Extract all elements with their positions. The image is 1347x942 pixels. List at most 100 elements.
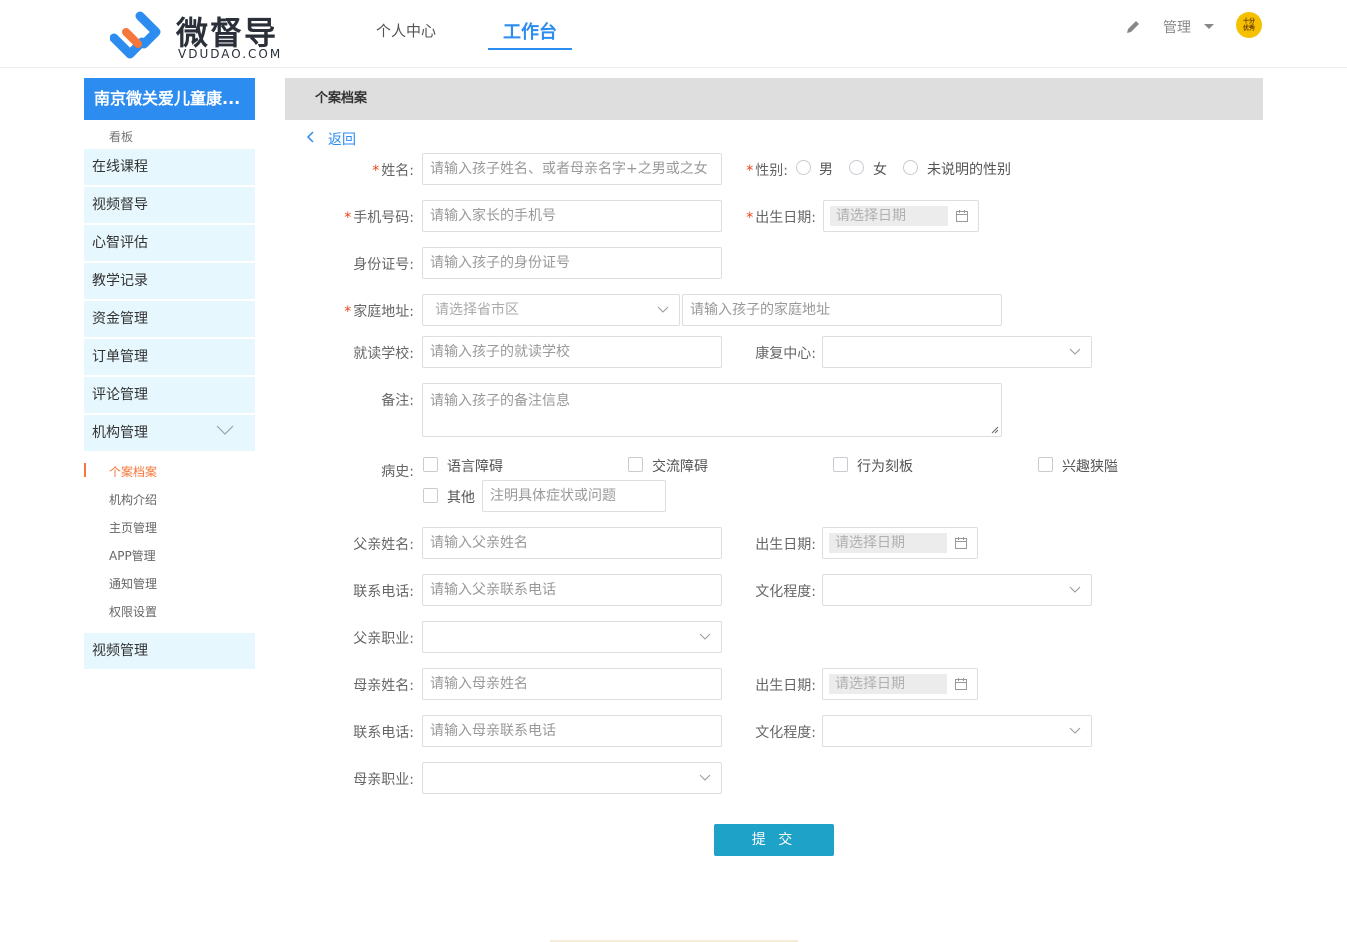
top-header: 微督导 VDUDAO.COM 个人中心 工作台 管理 十分 优秀 bbox=[0, 0, 1347, 68]
calendar-icon bbox=[956, 210, 968, 222]
panel-title: 个案档案 bbox=[285, 78, 1263, 120]
school-input[interactable]: 请输入孩子的就读学校 bbox=[422, 336, 722, 368]
mother-name-label: 母亲姓名: bbox=[353, 678, 414, 694]
submit-button[interactable]: 提 交 bbox=[714, 824, 834, 856]
history-option-language: 语言障碍 bbox=[447, 459, 503, 475]
rehab-center-select[interactable] bbox=[822, 336, 1092, 368]
history-checkbox-interest[interactable] bbox=[1038, 457, 1053, 472]
avatar-text-top: 十分 bbox=[1242, 18, 1255, 25]
region-select[interactable]: 请选择省市区 bbox=[422, 294, 680, 326]
mother-name-input[interactable]: 请输入母亲姓名 bbox=[422, 668, 722, 700]
logo-subtitle: VDUDAO.COM bbox=[178, 47, 283, 61]
id-number-input[interactable]: 请输入孩子的身份证号 bbox=[422, 247, 722, 279]
school-label: 就读学校: bbox=[353, 346, 414, 362]
sidebar-sub-permission[interactable]: 权限设置 bbox=[109, 603, 157, 620]
date-placeholder: 请选择日期 bbox=[829, 674, 947, 694]
child-birth-date-picker[interactable]: 请选择日期 bbox=[823, 200, 979, 232]
parent-phone-input[interactable]: 请输入家长的手机号 bbox=[422, 200, 722, 232]
logo-icon bbox=[110, 11, 161, 59]
manage-menu[interactable]: 管理 bbox=[1163, 17, 1191, 37]
sidebar-item-comment-management[interactable]: 评论管理 bbox=[84, 377, 255, 413]
name-label: * 姓名: bbox=[372, 163, 414, 179]
sidebar-sub-org-intro[interactable]: 机构介绍 bbox=[109, 491, 157, 508]
birth-label: * 出生日期: bbox=[746, 210, 816, 226]
calendar-icon bbox=[955, 678, 967, 690]
history-checkbox-other[interactable] bbox=[423, 488, 438, 503]
nav-tab-workbench[interactable]: 工作台 bbox=[488, 18, 572, 50]
father-job-label: 父亲职业: bbox=[353, 631, 414, 647]
other-symptom-input[interactable]: 注明具体症状或问题 bbox=[482, 480, 666, 512]
mother-phone-input[interactable]: 请输入母亲联系电话 bbox=[422, 715, 722, 747]
sidebar-item-video-management[interactable]: 视频管理 bbox=[84, 633, 255, 669]
address-label: * 家庭地址: bbox=[344, 304, 414, 320]
mother-edu-label: 文化程度: bbox=[755, 725, 816, 741]
chevron-down-icon bbox=[1069, 586, 1081, 593]
calendar-icon bbox=[955, 537, 967, 549]
history-option-interest: 兴趣狭隘 bbox=[1062, 459, 1118, 475]
gender-option-unspecified: 未说明的性别 bbox=[927, 162, 1011, 178]
phone-label: * 手机号码: bbox=[344, 210, 414, 226]
father-edu-label: 文化程度: bbox=[755, 584, 816, 600]
sidebar-sub-app[interactable]: APP管理 bbox=[109, 547, 156, 564]
remark-label: 备注: bbox=[381, 393, 414, 409]
chevron-down-icon[interactable] bbox=[216, 424, 234, 436]
father-phone-input[interactable]: 请输入父亲联系电话 bbox=[422, 574, 722, 606]
history-label: 病史: bbox=[381, 464, 414, 480]
resize-handle-icon[interactable] bbox=[991, 426, 999, 434]
region-placeholder: 请选择省市区 bbox=[435, 302, 519, 318]
logo[interactable]: 微督导 VDUDAO.COM bbox=[110, 8, 290, 64]
child-name-input[interactable]: 请输入孩子姓名、或者母亲名字+之男或之女 bbox=[422, 153, 722, 185]
sidebar-sub-homepage[interactable]: 主页管理 bbox=[109, 519, 157, 536]
avatar-text-bottom: 优秀 bbox=[1242, 25, 1255, 32]
chevron-down-icon bbox=[657, 306, 669, 313]
sidebar-item-order-management[interactable]: 订单管理 bbox=[84, 339, 255, 375]
id-label: 身份证号: bbox=[353, 257, 414, 273]
father-occupation-select[interactable] bbox=[422, 621, 722, 653]
gender-radio-male[interactable] bbox=[796, 160, 811, 175]
history-option-behavior: 行为刻板 bbox=[857, 459, 913, 475]
father-phone-label: 联系电话: bbox=[353, 584, 414, 600]
active-indicator bbox=[84, 463, 86, 477]
gender-option-male: 男 bbox=[819, 162, 833, 178]
history-checkbox-behavior[interactable] bbox=[833, 457, 848, 472]
pencil-icon[interactable] bbox=[1124, 18, 1142, 36]
father-name-input[interactable]: 请输入父亲姓名 bbox=[422, 527, 722, 559]
date-placeholder: 请选择日期 bbox=[830, 206, 948, 226]
sidebar-item-online-course[interactable]: 在线课程 bbox=[84, 149, 255, 185]
history-option-other: 其他 bbox=[447, 490, 475, 506]
caret-down-icon[interactable] bbox=[1204, 24, 1214, 29]
sidebar-item-teaching-record[interactable]: 教学记录 bbox=[84, 263, 255, 299]
back-label: 返回 bbox=[328, 132, 356, 148]
father-birth-date-picker[interactable]: 请选择日期 bbox=[822, 527, 978, 559]
chevron-down-icon bbox=[1069, 727, 1081, 734]
avatar[interactable]: 十分 优秀 bbox=[1236, 12, 1262, 38]
gender-option-female: 女 bbox=[873, 162, 887, 178]
gender-radio-female[interactable] bbox=[849, 160, 864, 175]
mother-birth-date-picker[interactable]: 请选择日期 bbox=[822, 668, 978, 700]
remark-textarea[interactable]: 请输入孩子的备注信息 bbox=[422, 383, 1002, 437]
sidebar-item-fund-management[interactable]: 资金管理 bbox=[84, 301, 255, 337]
home-address-input[interactable]: 请输入孩子的家庭地址 bbox=[682, 294, 1002, 326]
nav-tab-personal-center[interactable]: 个人中心 bbox=[376, 20, 436, 41]
father-birth-label: 出生日期: bbox=[755, 537, 816, 553]
org-title[interactable]: 南京微关爱儿童康... bbox=[84, 78, 255, 120]
gender-radio-unspecified[interactable] bbox=[903, 160, 918, 175]
history-checkbox-language[interactable] bbox=[423, 457, 438, 472]
mother-birth-label: 出生日期: bbox=[755, 678, 816, 694]
chevron-left-icon bbox=[306, 131, 314, 143]
history-checkbox-communication[interactable] bbox=[628, 457, 643, 472]
chevron-down-icon bbox=[1069, 348, 1081, 355]
father-education-select[interactable] bbox=[822, 574, 1092, 606]
mother-occupation-select[interactable] bbox=[422, 762, 722, 794]
sidebar-item-video-supervision[interactable]: 视频督导 bbox=[84, 187, 255, 223]
sidebar-item-mind-assessment[interactable]: 心智评估 bbox=[84, 225, 255, 261]
mother-job-label: 母亲职业: bbox=[353, 772, 414, 788]
center-label: 康复中心: bbox=[755, 346, 816, 362]
sidebar-sub-case-file[interactable]: 个案档案 bbox=[109, 463, 157, 480]
sidebar-item-dashboard[interactable]: 看板 bbox=[109, 128, 133, 145]
father-name-label: 父亲姓名: bbox=[353, 537, 414, 553]
sidebar-sub-notification[interactable]: 通知管理 bbox=[109, 575, 157, 592]
chevron-down-icon bbox=[699, 774, 711, 781]
mother-phone-label: 联系电话: bbox=[353, 725, 414, 741]
mother-education-select[interactable] bbox=[822, 715, 1092, 747]
